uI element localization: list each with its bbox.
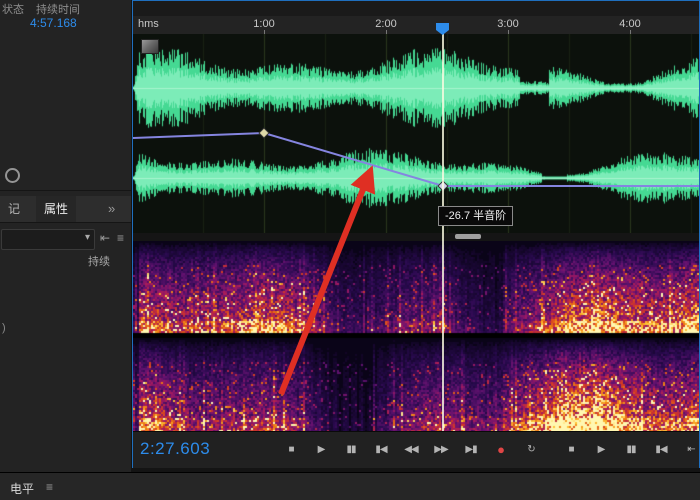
preset-select[interactable]: ▾ — [1, 229, 95, 250]
stop-alt-button[interactable]: ■ — [561, 440, 581, 460]
loop-button[interactable]: ↻ — [521, 440, 541, 460]
audition-app: 状态 持续时间 4:57.168 记 属性 » ▾ ⇤ ≡ 持续 ) hms 1… — [0, 0, 700, 500]
pause-button[interactable]: ▮▮ — [341, 440, 361, 460]
pitch-envelope[interactable] — [133, 34, 699, 233]
ruler-tick-label: 4:00 — [619, 18, 641, 30]
fade-in-handle[interactable] — [141, 39, 159, 54]
ruler-tick-label: 1:00 — [253, 18, 275, 30]
panel-menu-icon[interactable]: ≡ — [46, 480, 53, 494]
duration-value: 4:57.168 — [30, 16, 77, 30]
go-to-beginning-button[interactable]: ⇤ — [681, 440, 700, 460]
levels-panel-header: 电平 ≡ — [0, 472, 700, 500]
envelope-keyframe[interactable] — [258, 127, 270, 139]
tab-overflow-chevron[interactable]: » — [108, 196, 115, 222]
duration-row-label: 持续 — [88, 256, 110, 268]
ruler-tick-label: 2:00 — [375, 18, 397, 30]
chevron-down-icon: ▾ — [84, 232, 90, 243]
menu-icon[interactable]: ≡ — [117, 231, 124, 245]
waveform-editor-panel: hms 1:00 2:00 3:00 4:00 -26.7 半音阶 2:27.6… — [132, 0, 700, 468]
envelope-line[interactable] — [133, 131, 699, 187]
skip-to-start-button[interactable]: ▮◀ — [651, 440, 671, 460]
rewind-button[interactable]: ◀◀ — [401, 440, 421, 460]
transport-right-buttons: ■ ▶ ▮▮ ▮◀ ⇤ — [561, 440, 700, 460]
stop-button[interactable]: ■ — [281, 440, 301, 460]
play-alt-button[interactable]: ▶ — [591, 440, 611, 460]
previous-button[interactable]: ▮◀ — [371, 440, 391, 460]
properties-panel: 状态 持续时间 4:57.168 记 属性 » ▾ ⇤ ≡ 持续 ) — [0, 0, 131, 472]
fast-forward-button[interactable]: ▶▶ — [431, 440, 451, 460]
panel-tab-bar: 记 属性 » — [0, 196, 131, 223]
editor-header-strip — [133, 1, 699, 16]
levels-panel-title[interactable]: 电平 — [10, 480, 34, 497]
record-button[interactable]: ● — [491, 440, 511, 460]
transport-main-buttons: ■ ▶ ▮▮ ▮◀ ◀◀ ▶▶ ▶▮ ● ↻ — [281, 440, 541, 460]
divider — [0, 190, 131, 191]
play-button[interactable]: ▶ — [311, 440, 331, 460]
playhead-line — [442, 34, 444, 431]
spectrogram-display[interactable] — [133, 241, 699, 431]
duration-header: 持续时间 — [36, 4, 80, 16]
collapse-icon[interactable]: ⇤ — [100, 231, 110, 245]
timeline-ruler[interactable]: hms 1:00 2:00 3:00 4:00 — [133, 16, 699, 35]
spectrogram-canvas[interactable] — [133, 241, 699, 431]
scrollbar-thumb[interactable] — [455, 234, 481, 239]
transport-bar: 2:27.603 ■ ▶ ▮▮ ▮◀ ◀◀ ▶▶ ▶▮ ● ↻ ■ ▶ ▮▮ ▮… — [133, 431, 699, 468]
tab-properties[interactable]: 属性 — [36, 196, 77, 222]
status-label: 状态 — [2, 4, 24, 16]
time-display[interactable]: 2:27.603 — [140, 439, 210, 459]
pause-alt-button[interactable]: ▮▮ — [621, 440, 641, 460]
circle-icon[interactable] — [5, 168, 20, 183]
waveform-display[interactable] — [133, 34, 699, 233]
envelope-tooltip: -26.7 半音阶 — [438, 206, 514, 226]
panel-divider — [133, 233, 699, 241]
ruler-tick-label: 3:00 — [497, 18, 519, 30]
ruler-unit-label: hms — [138, 18, 159, 30]
tab-markers[interactable]: 记 — [0, 196, 28, 222]
next-button[interactable]: ▶▮ — [461, 440, 481, 460]
truncated-text: ) — [2, 322, 6, 334]
